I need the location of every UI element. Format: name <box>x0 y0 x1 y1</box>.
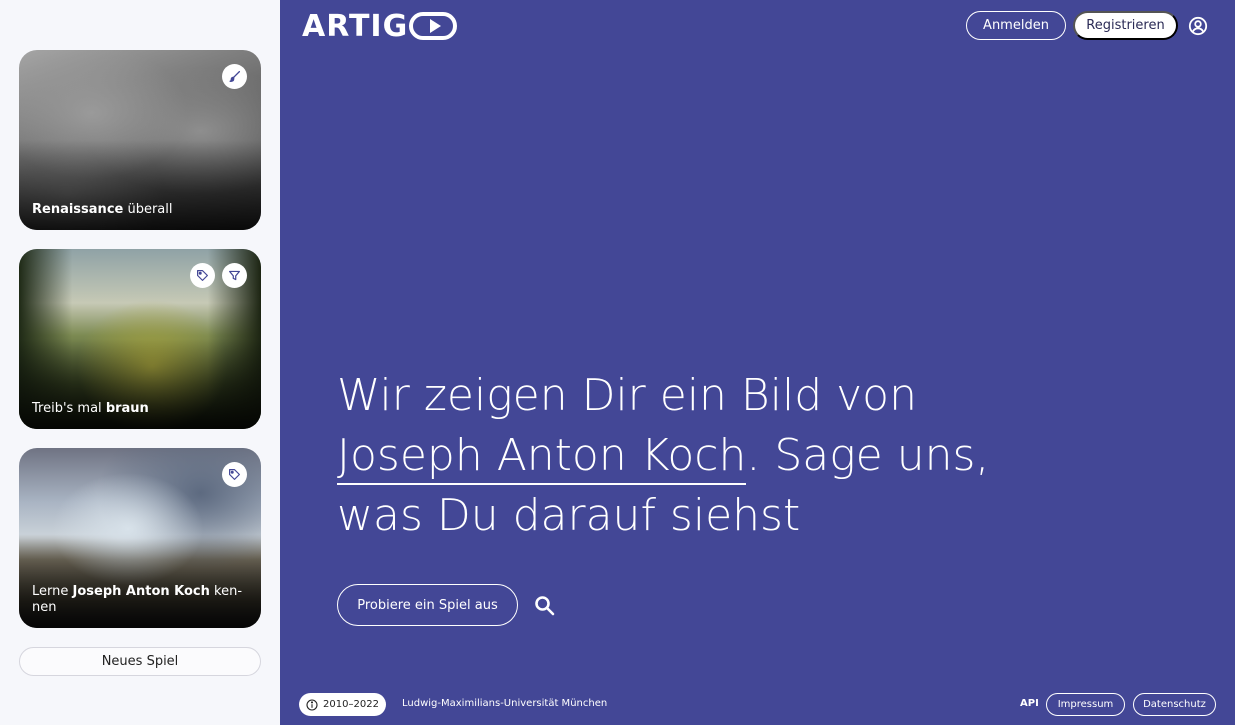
card-caption: Renaissance überall <box>32 202 173 217</box>
play-icon <box>409 12 458 40</box>
info-icon <box>306 698 318 711</box>
card-caption: Treib's mal braun <box>32 401 149 416</box>
hero-headline: Wir zeigen Dir ein Bild von Joseph Anton… <box>337 370 990 541</box>
card-caption: Lerne Joseph Anton Koch ken-nen <box>32 584 243 615</box>
artigo-logo[interactable]: ARTIG <box>302 8 458 44</box>
tag-icon[interactable] <box>222 462 247 487</box>
try-game-button[interactable]: Probiere ein Spiel aus <box>337 584 518 626</box>
artist-link[interactable]: Joseph Anton Koch <box>337 430 747 485</box>
sidebar: Renaissance überall Treib's mal braun Le… <box>0 0 280 725</box>
datenschutz-link[interactable]: Datenschutz <box>1133 693 1216 716</box>
university-label: Ludwig-Maximilians-Universität München <box>402 698 608 709</box>
logo-text: ARTIG <box>302 8 409 44</box>
register-button[interactable]: Registrieren <box>1073 11 1178 40</box>
new-game-button[interactable]: Neues Spiel <box>19 647 261 676</box>
main-hero: ARTIG Anmelden Registrieren Wir zeigen D… <box>280 0 1235 725</box>
game-card-braun[interactable]: Treib's mal braun <box>19 249 261 429</box>
impressum-link[interactable]: Impressum <box>1046 693 1125 716</box>
brush-icon[interactable] <box>222 64 247 89</box>
api-link[interactable]: API <box>1020 698 1039 709</box>
login-button[interactable]: Anmelden <box>966 11 1066 40</box>
filter-icon[interactable] <box>222 263 247 288</box>
game-card-renaissance[interactable]: Renaissance überall <box>19 50 261 230</box>
game-card-koch[interactable]: Lerne Joseph Anton Koch ken-nen <box>19 448 261 628</box>
account-icon[interactable] <box>1188 16 1208 36</box>
tag-icon[interactable] <box>190 263 215 288</box>
years-badge[interactable]: 2010–2022 <box>299 693 386 716</box>
search-icon[interactable] <box>533 594 557 618</box>
